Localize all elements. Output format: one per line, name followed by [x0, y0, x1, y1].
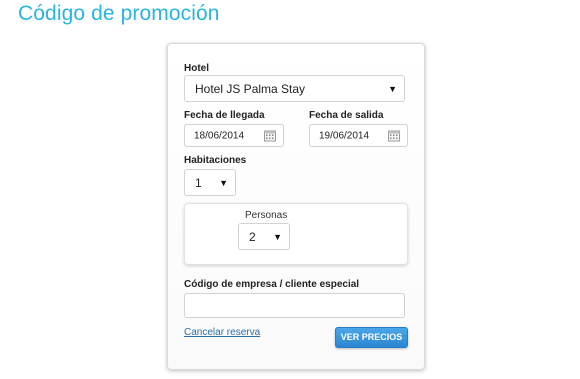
rooms-select-value: 1: [195, 175, 202, 190]
persons-select[interactable]: 2 ▼: [238, 223, 290, 250]
company-code-input[interactable]: [184, 293, 405, 318]
room-occupancy-panel: Personas 2 ▼: [184, 203, 408, 265]
checkout-date-input[interactable]: 19/06/2014: [309, 124, 408, 147]
calendar-icon[interactable]: [264, 130, 276, 141]
hotel-select[interactable]: Hotel JS Palma Stay ▼: [184, 75, 405, 102]
booking-form-card: Hotel Hotel JS Palma Stay ▼ Fecha de lle…: [167, 43, 425, 370]
rooms-label: Habitaciones: [184, 155, 247, 166]
hotel-label: Hotel: [184, 63, 209, 74]
chevron-down-icon: ▼: [388, 83, 397, 94]
cancel-reservation-link[interactable]: Cancelar reserva: [184, 327, 260, 338]
company-code-label: Código de empresa / cliente especial: [184, 279, 360, 290]
rooms-select[interactable]: 1 ▼: [184, 169, 236, 196]
persons-select-value: 2: [249, 229, 256, 244]
checkin-date-input[interactable]: 18/06/2014: [184, 124, 284, 147]
checkout-label: Fecha de salida: [309, 110, 384, 121]
checkin-label: Fecha de llegada: [184, 110, 265, 121]
chevron-down-icon: ▼: [219, 177, 228, 188]
page-title: Código de promoción: [18, 2, 220, 25]
checkin-date-value: 18/06/2014: [194, 130, 245, 141]
chevron-down-icon: ▼: [273, 231, 282, 242]
hotel-select-value: Hotel JS Palma Stay: [195, 81, 306, 96]
view-prices-button[interactable]: VER PRECIOS: [335, 327, 408, 348]
checkout-date-value: 19/06/2014: [319, 130, 370, 141]
persons-label: Personas: [245, 210, 288, 221]
calendar-icon[interactable]: [388, 130, 400, 141]
